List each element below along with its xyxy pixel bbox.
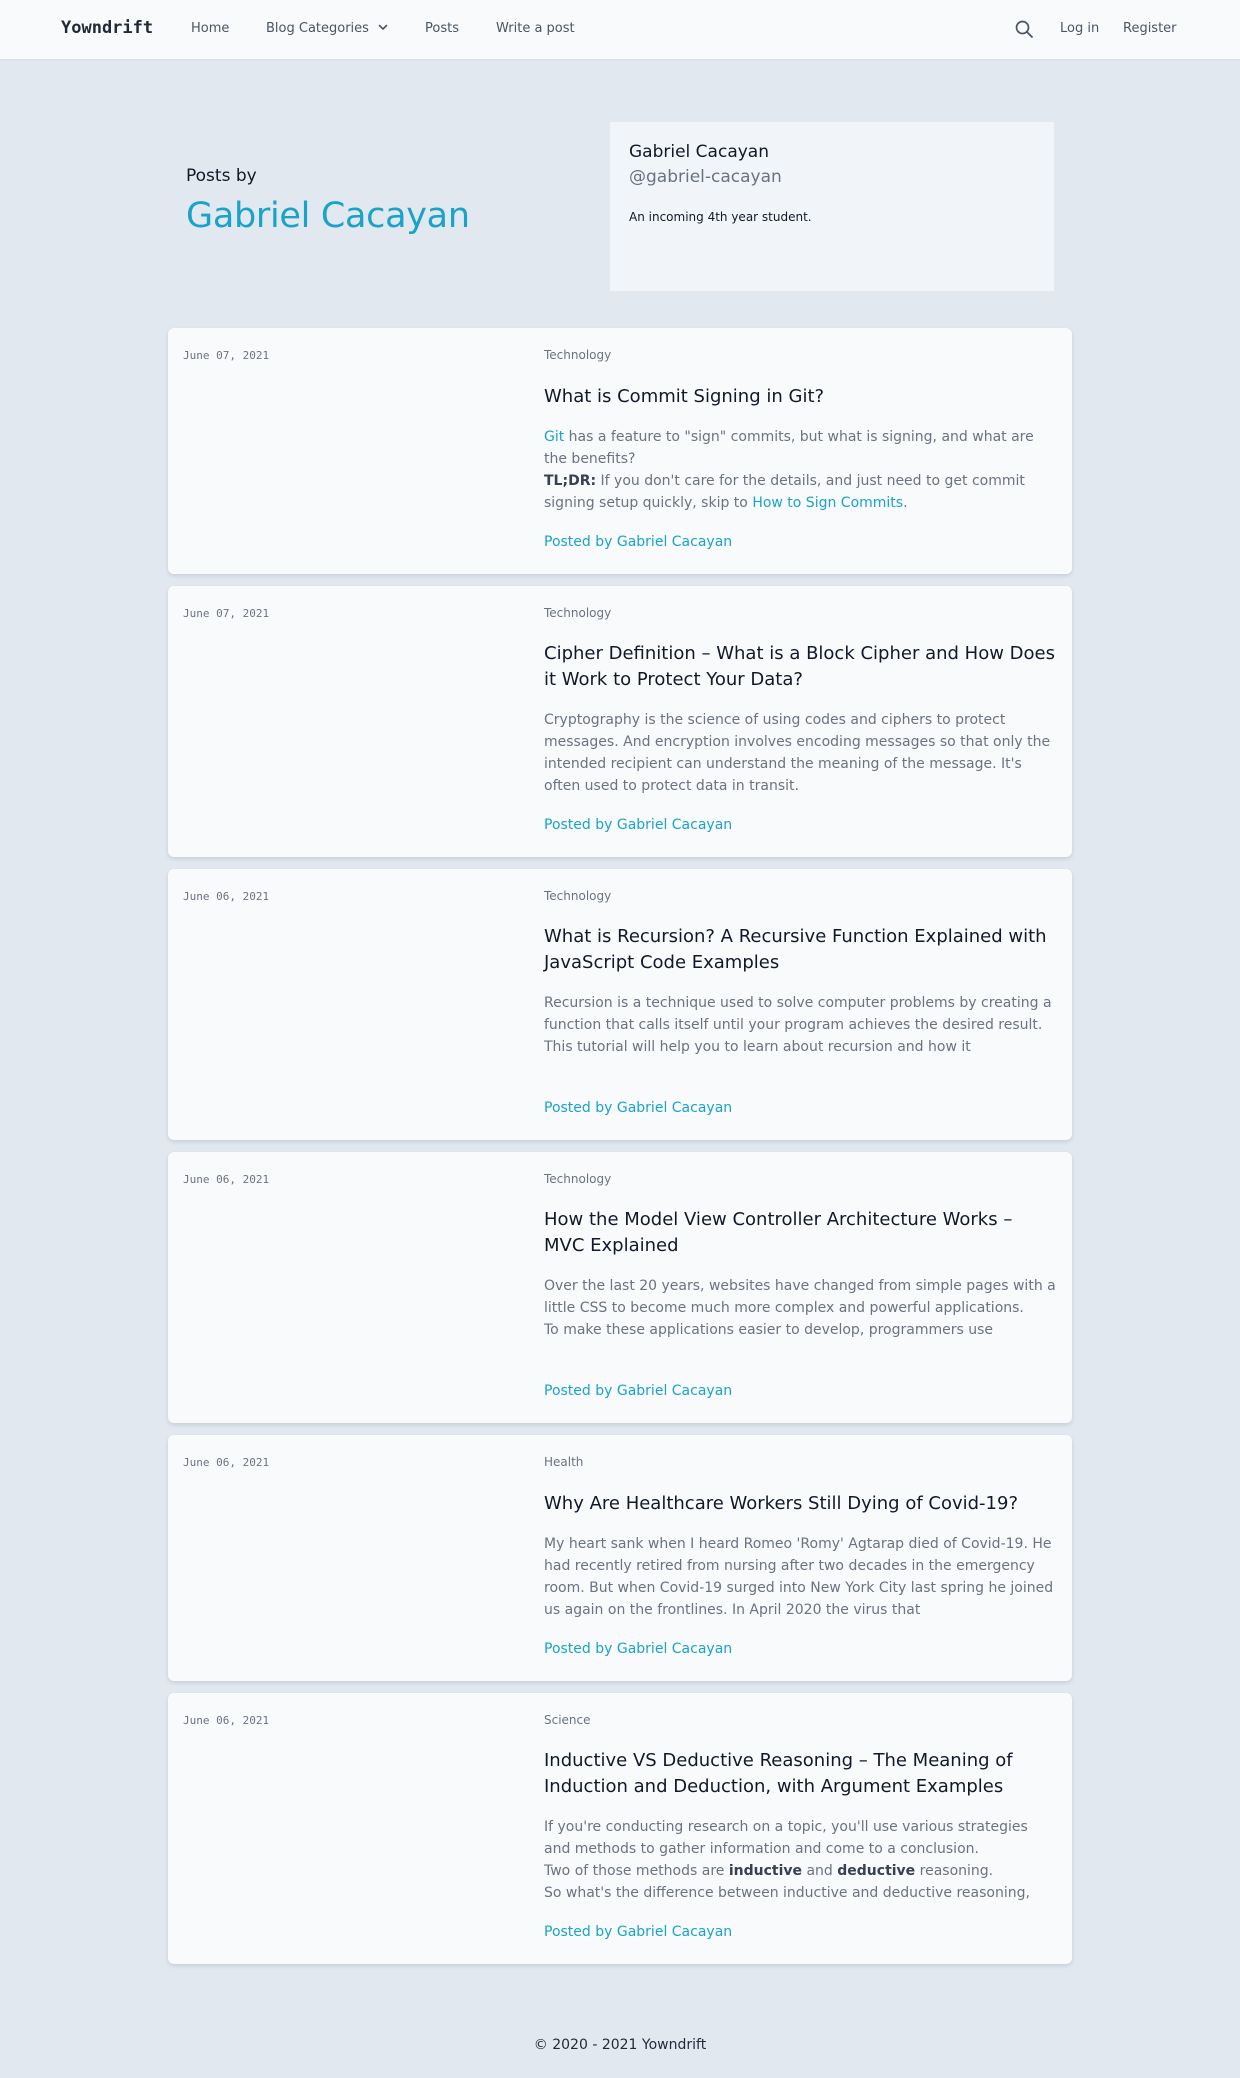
excerpt-bold: TL;DR: (544, 473, 597, 489)
post-title[interactable]: Inductive VS Deductive Reasoning – The M… (544, 1748, 1056, 1800)
post-excerpt: My heart sank when I heard Romeo 'Romy' … (544, 1536, 1054, 1618)
post-date: June 06, 2021 (183, 1714, 270, 1727)
post-excerpt: If you're conducting research on a topic… (544, 1816, 1056, 1904)
chevron-down-icon (378, 24, 388, 30)
page-title-author: Gabriel Cacayan (186, 196, 470, 236)
excerpt-text: Recursion is a technique used to solve c… (544, 995, 1052, 1033)
post-excerpt: Git has a feature to "sign" commits, but… (544, 426, 1056, 514)
post-date: June 07, 2021 (183, 607, 270, 620)
post-category[interactable]: Technology (544, 889, 611, 903)
post-category[interactable]: Technology (544, 606, 611, 620)
excerpt-text: So what's the difference between inducti… (544, 1885, 1030, 1901)
excerpt-text: To make these applications easier to dev… (544, 1322, 994, 1338)
post-card[interactable]: June 06, 2021 Health Why Are Healthcare … (168, 1435, 1072, 1681)
post-title[interactable]: What is Recursion? A Recursive Function … (544, 924, 1056, 976)
profile-bio: An incoming 4th year student. (629, 210, 812, 224)
post-card[interactable]: June 06, 2021 Technology What is Recursi… (168, 869, 1072, 1140)
post-card[interactable]: June 07, 2021 Technology Cipher Definiti… (168, 586, 1072, 857)
nav-write-post-link[interactable]: Write a post (496, 21, 575, 36)
post-date: June 06, 2021 (183, 890, 270, 903)
posted-by-link[interactable]: Posted by Gabriel Cacayan (544, 534, 732, 550)
excerpt-text: . (903, 495, 908, 511)
posted-by-link[interactable]: Posted by Gabriel Cacayan (544, 1383, 732, 1399)
excerpt-text: and (802, 1863, 838, 1879)
post-date: June 07, 2021 (183, 349, 270, 362)
post-category[interactable]: Technology (544, 1172, 611, 1186)
post-excerpt: Recursion is a technique used to solve c… (544, 992, 1056, 1058)
footer-copyright: © 2020 - 2021 Yowndrift (533, 2037, 707, 2053)
excerpt-bold: deductive (837, 1863, 916, 1879)
post-date: June 06, 2021 (183, 1456, 270, 1469)
nav-posts-link[interactable]: Posts (425, 21, 459, 36)
post-title[interactable]: What is Commit Signing in Git? (544, 384, 1056, 410)
post-card[interactable]: June 06, 2021 Science Inductive VS Deduc… (168, 1693, 1072, 1964)
excerpt-link[interactable]: How to Sign Commits (752, 495, 903, 511)
nav-categories-label: Blog Categories (266, 21, 369, 36)
post-category[interactable]: Health (544, 1455, 583, 1469)
posted-by-link[interactable]: Posted by Gabriel Cacayan (544, 1100, 732, 1116)
post-title[interactable]: Why Are Healthcare Workers Still Dying o… (544, 1491, 1056, 1517)
excerpt-text: Over the last 20 years, websites have ch… (544, 1278, 1056, 1316)
brand-logo[interactable]: Yowndrift (61, 18, 153, 38)
post-card[interactable]: June 06, 2021 Technology How the Model V… (168, 1152, 1072, 1423)
posted-by-link[interactable]: Posted by Gabriel Cacayan (544, 817, 732, 833)
profile-handle: @gabriel-cacayan (629, 167, 782, 187)
post-title[interactable]: Cipher Definition – What is a Block Ciph… (544, 641, 1056, 693)
post-category[interactable]: Technology (544, 348, 611, 362)
posts-by-label: Posts by (186, 166, 257, 186)
search-icon[interactable] (1014, 19, 1034, 39)
excerpt-link[interactable]: Git (544, 429, 564, 445)
nav-home-link[interactable]: Home (191, 21, 229, 36)
profile-name: Gabriel Cacayan (629, 142, 769, 162)
post-excerpt: Cryptography is the science of using cod… (544, 712, 1051, 794)
post-category[interactable]: Science (544, 1713, 591, 1727)
post-card[interactable]: June 07, 2021 Technology What is Commit … (168, 328, 1072, 574)
nav-categories-dropdown[interactable]: Blog Categories (266, 21, 389, 36)
excerpt-text: Two of those methods are (544, 1863, 729, 1879)
register-link[interactable]: Register (1123, 21, 1177, 36)
posted-by-link[interactable]: Posted by Gabriel Cacayan (544, 1924, 732, 1940)
excerpt-text: has a feature to "sign" commits, but wha… (544, 429, 1034, 467)
excerpt-text: reasoning. (915, 1863, 994, 1879)
post-excerpt: Over the last 20 years, websites have ch… (544, 1275, 1056, 1341)
profile-card: Gabriel Cacayan @gabriel-cacayan An inco… (610, 122, 1054, 291)
post-date: June 06, 2021 (183, 1173, 270, 1186)
excerpt-text: This tutorial will help you to learn abo… (544, 1039, 971, 1055)
excerpt-bold: inductive (728, 1863, 803, 1879)
excerpt-text: If you're conducting research on a topic… (544, 1819, 1028, 1857)
post-title[interactable]: How the Model View Controller Architectu… (544, 1207, 1056, 1259)
posted-by-link[interactable]: Posted by Gabriel Cacayan (544, 1641, 732, 1657)
login-link[interactable]: Log in (1060, 21, 1099, 36)
navbar: Yowndrift Home Blog Categories Posts Wri… (0, 0, 1240, 59)
